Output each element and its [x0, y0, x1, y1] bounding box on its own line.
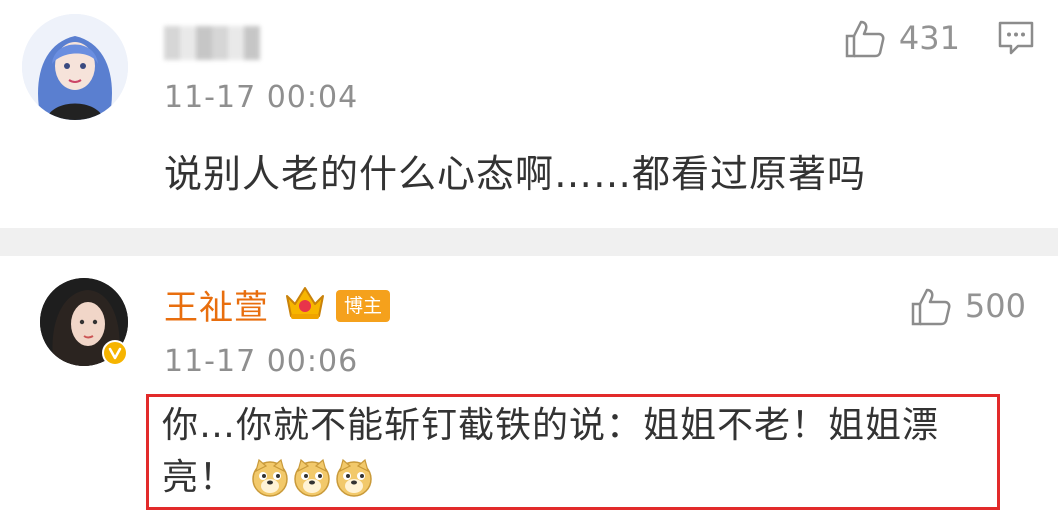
comment-text: 你…你就不能斩钉截铁的说：姐姐不老！姐姐漂亮！	[162, 400, 992, 504]
verified-v-badge-icon	[102, 340, 128, 366]
comment-card: 11-17 00:04 431 说别人老的什么心态啊……都看过原著吗	[0, 0, 1058, 228]
doge-emoji	[294, 458, 331, 497]
thumbs-up-icon	[911, 288, 951, 326]
author-name[interactable]: 王祉萱	[164, 280, 269, 329]
like-count: 500	[964, 287, 1026, 325]
doge-emoji	[252, 458, 289, 497]
comment-time: 11-17 00:06	[164, 344, 359, 379]
comment-time: 11-17 00:04	[164, 80, 359, 115]
like-count: 431	[898, 19, 960, 57]
author-name-blurred[interactable]	[164, 26, 260, 60]
like-button[interactable]: 500	[909, 284, 1026, 328]
thumbs-up-icon	[845, 20, 885, 58]
doge-emoji	[336, 458, 373, 497]
anime-girl-avatar-icon	[22, 14, 128, 120]
comment-text: 说别人老的什么心态啊……都看过原著吗	[164, 152, 867, 196]
crown-icon[interactable]	[283, 282, 327, 322]
reply-comment-icon[interactable]	[996, 18, 1036, 58]
blogger-badge: 博主	[336, 290, 390, 322]
like-button[interactable]: 431	[843, 16, 960, 60]
comment-separator	[0, 228, 1058, 256]
user-avatar[interactable]	[22, 14, 128, 120]
